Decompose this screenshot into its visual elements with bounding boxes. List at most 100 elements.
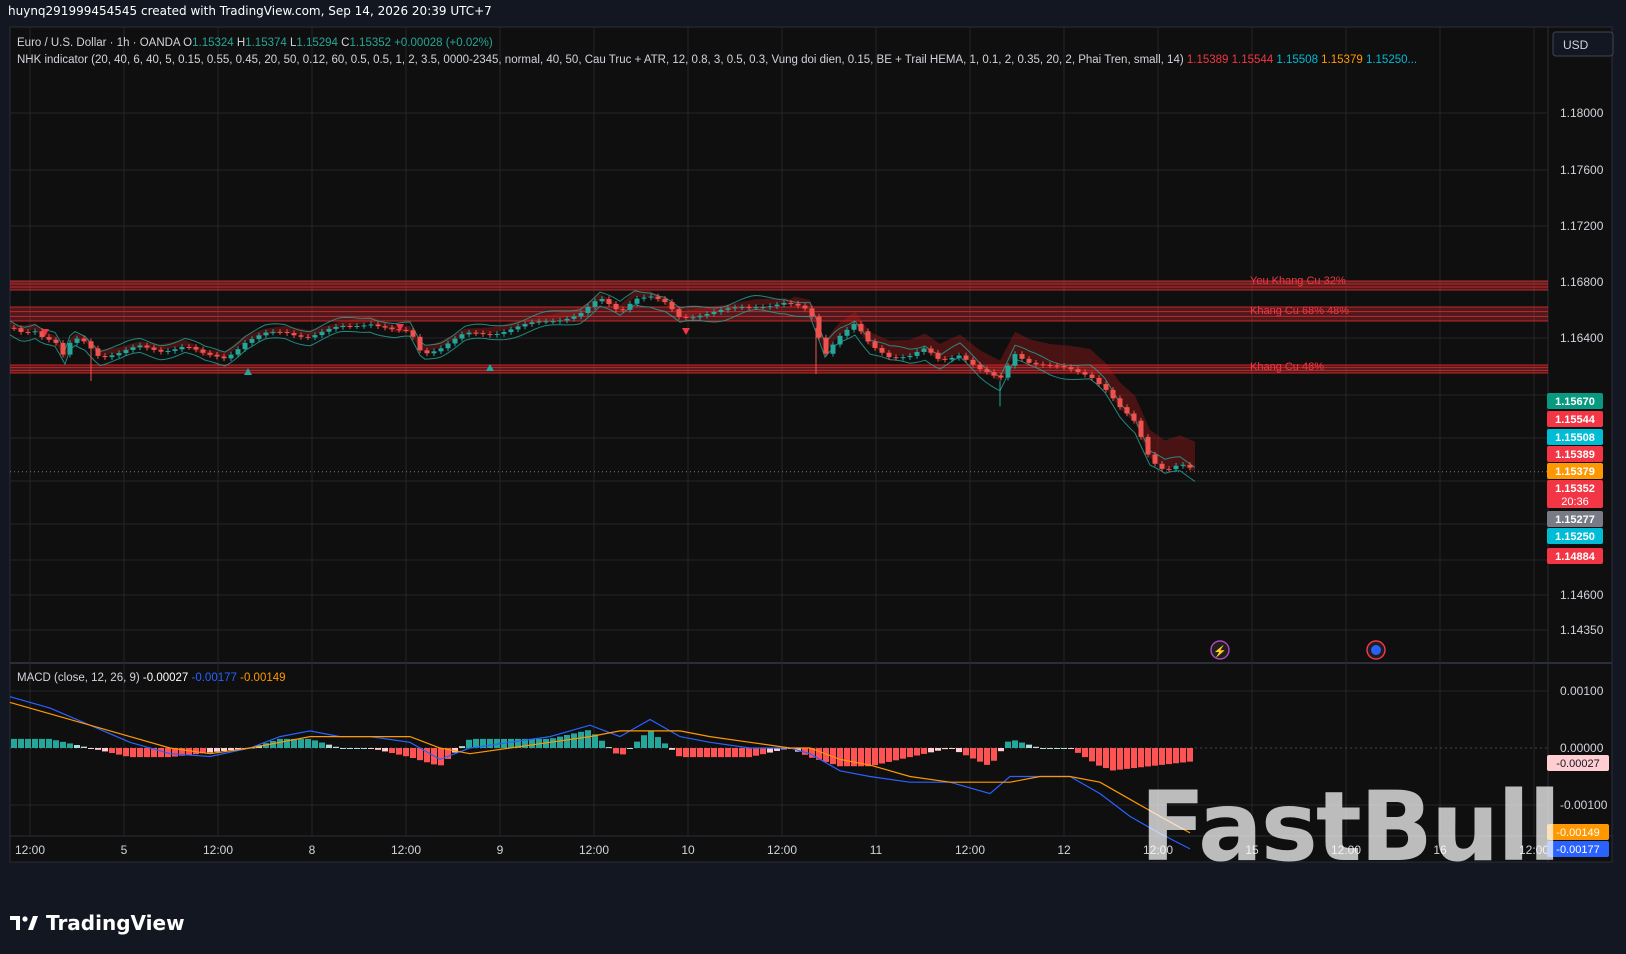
ohlc-value: 1.15374 bbox=[245, 37, 290, 49]
candle-body bbox=[417, 336, 423, 351]
macd-histogram-bar bbox=[74, 745, 80, 748]
indicator-value: 1.15508 bbox=[1276, 54, 1321, 66]
price-label: 1.15544 bbox=[1555, 414, 1596, 426]
candle-body bbox=[88, 341, 94, 349]
candle-body bbox=[879, 347, 885, 353]
macd-histogram-bar bbox=[564, 735, 570, 748]
candle-body bbox=[270, 331, 276, 333]
macd-histogram-bar bbox=[39, 738, 45, 748]
candle-body bbox=[291, 333, 297, 336]
candle-body bbox=[382, 326, 388, 328]
ohlc-key: C bbox=[341, 37, 349, 49]
macd-histogram-bar bbox=[711, 748, 717, 758]
candle-body bbox=[424, 350, 430, 354]
candle-body bbox=[963, 355, 969, 360]
macd-histogram-bar bbox=[599, 740, 605, 748]
macd-histogram-bar bbox=[942, 748, 948, 750]
lightning-event-icon[interactable]: ⚡ bbox=[1210, 640, 1230, 660]
candle-body bbox=[473, 332, 479, 334]
price-label: 1.15277 bbox=[1555, 514, 1595, 526]
chart-canvas[interactable]: Yeu Khang Cu 32% Khang Cu 68% 48% Khang Cu… bbox=[0, 22, 1626, 902]
candle-body bbox=[263, 332, 269, 336]
macd-histogram-bar bbox=[725, 748, 731, 758]
y-tick-label: 1.14350 bbox=[1560, 623, 1604, 637]
currency-button[interactable]: USD bbox=[1552, 31, 1614, 57]
macd-histogram-bar bbox=[851, 748, 857, 767]
macd-tick-label: 0.00100 bbox=[1560, 684, 1604, 698]
candle-body bbox=[886, 352, 892, 358]
candle-body bbox=[907, 355, 913, 358]
price-change: +0.00028 (+0.02%) bbox=[394, 37, 493, 49]
candle-body bbox=[466, 332, 472, 335]
candle-body bbox=[1138, 420, 1144, 437]
macd-histogram-bar bbox=[1047, 748, 1053, 749]
macd-histogram-bar bbox=[403, 748, 409, 757]
candle-body bbox=[186, 346, 192, 348]
candle-body bbox=[172, 349, 178, 351]
candle-body bbox=[53, 339, 59, 343]
macd-histogram-bar bbox=[620, 748, 626, 755]
macd-histogram-bar bbox=[1089, 748, 1095, 762]
x-tick-label: 12:00 bbox=[767, 843, 797, 857]
macd-histogram-bar bbox=[844, 748, 850, 767]
candle-body bbox=[361, 325, 367, 327]
economic-event-icon[interactable] bbox=[1366, 640, 1386, 660]
candle-body bbox=[802, 305, 808, 309]
candle-body bbox=[480, 333, 486, 335]
candle-body bbox=[228, 354, 234, 359]
candle-body bbox=[767, 306, 773, 308]
candle-body bbox=[816, 316, 822, 338]
macd-histogram-bar bbox=[935, 748, 941, 751]
candle-body bbox=[599, 299, 605, 302]
candle-body bbox=[648, 296, 654, 298]
macd-histogram-bar bbox=[837, 748, 843, 767]
macd-histogram-bar bbox=[312, 740, 318, 748]
candle-body bbox=[46, 337, 52, 340]
zone-label: Khang Cu 48% bbox=[1250, 361, 1324, 373]
candle-body bbox=[690, 317, 696, 319]
x-tick-label: 12:00 bbox=[203, 843, 233, 857]
candle-body bbox=[1131, 413, 1137, 421]
candle-body bbox=[207, 352, 213, 355]
candle-body bbox=[368, 324, 374, 326]
candle-body bbox=[837, 335, 843, 345]
macd-histogram-bar bbox=[81, 746, 87, 748]
macd-histogram-bar bbox=[1187, 748, 1193, 762]
candle-body bbox=[760, 307, 766, 309]
candle-body bbox=[949, 357, 955, 360]
candle-body bbox=[571, 316, 577, 319]
macd-histogram-bar bbox=[1040, 748, 1046, 749]
candle-body bbox=[333, 326, 339, 329]
macd-histogram-bar bbox=[459, 746, 465, 748]
candle-body bbox=[858, 324, 864, 332]
macd-histogram-bar bbox=[109, 748, 115, 754]
candle-body bbox=[137, 345, 143, 348]
macd-histogram-bar bbox=[1096, 748, 1102, 766]
macd-histogram-bar bbox=[613, 748, 619, 754]
macd-histogram-bar bbox=[669, 748, 675, 750]
macd-histogram-bar bbox=[585, 730, 591, 748]
candle-body bbox=[844, 329, 850, 336]
macd-histogram-bar bbox=[907, 748, 913, 758]
candle-body bbox=[725, 308, 731, 310]
macd-histogram-bar bbox=[1068, 748, 1074, 749]
macd-legend-value: -0.00177 bbox=[192, 672, 241, 684]
candle-body bbox=[1012, 354, 1018, 366]
macd-histogram-bar bbox=[340, 748, 346, 749]
macd-histogram-bar bbox=[557, 736, 563, 748]
candle-body bbox=[564, 318, 570, 321]
price-label: 1.15352 bbox=[1555, 483, 1595, 495]
candle-body bbox=[900, 357, 906, 359]
candle-body bbox=[242, 342, 248, 350]
macd-histogram-bar bbox=[382, 748, 388, 752]
candle-body bbox=[1033, 362, 1039, 365]
candle-body bbox=[683, 316, 689, 318]
macd-histogram-bar bbox=[746, 748, 752, 758]
macd-histogram-bar bbox=[508, 738, 514, 748]
candle-body bbox=[914, 351, 920, 356]
ohlc-value: 1.15294 bbox=[296, 37, 341, 49]
macd-histogram-bar bbox=[67, 743, 73, 748]
candle-body bbox=[662, 298, 668, 302]
candle-body bbox=[235, 349, 241, 355]
candle-body bbox=[459, 334, 465, 339]
